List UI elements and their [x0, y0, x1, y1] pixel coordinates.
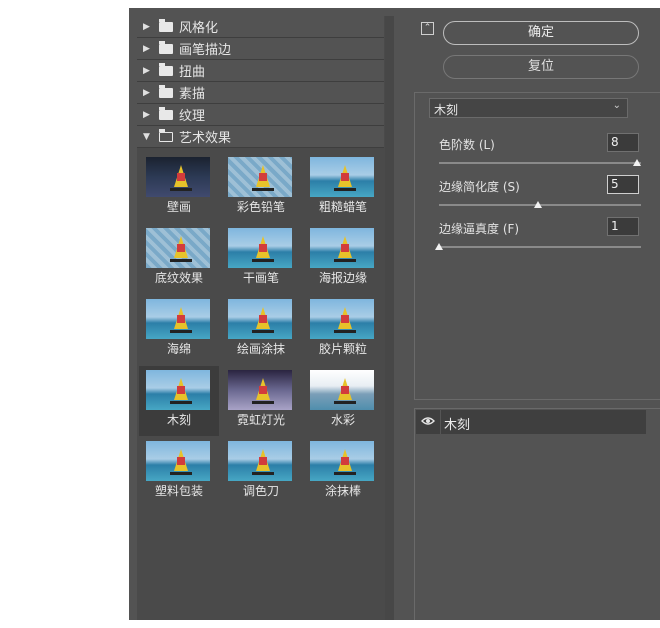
thumbnail-label: 壁画 — [166, 200, 191, 214]
eye-icon[interactable] — [421, 416, 435, 426]
triangle-right-icon[interactable]: ▶ — [143, 110, 155, 120]
filter-thumbnail[interactable]: 彩色铅笔 — [221, 153, 301, 223]
param-slider-handle[interactable] — [435, 243, 443, 250]
folder-label: 艺术效果 — [179, 131, 232, 146]
chevron-down-icon: ⌄ — [612, 100, 621, 111]
effect-layers-panel: 木刻 — [414, 408, 660, 620]
settings-column: ⌃ 确定 复位 木刻 ⌄ 色阶数 (L) 8 边缘简化度 (S) 5 边缘逼真度 (F)… — [414, 8, 660, 620]
thumbnail-image — [228, 299, 292, 339]
thumbnail-label: 涂抹棒 — [324, 484, 361, 498]
filter-thumbnail[interactable]: 霓虹灯光 — [221, 366, 301, 436]
filter-settings-panel: 木刻 ⌄ 色阶数 (L) 8 边缘简化度 (S) 5 边缘逼真度 (F) 1 — [414, 92, 660, 400]
filter-thumbnail[interactable]: 壁画 — [139, 153, 219, 223]
thumbnail-label: 塑料包装 — [154, 484, 203, 498]
layer-divider — [440, 410, 441, 434]
triangle-right-icon[interactable]: ▶ — [143, 22, 155, 32]
param-value-field[interactable]: 5 — [607, 175, 639, 194]
filter-select[interactable]: 木刻 ⌄ — [429, 98, 628, 118]
triangle-right-icon[interactable]: ▶ — [143, 66, 155, 76]
param-value-field[interactable]: 8 — [607, 133, 639, 152]
thumbnail-image — [146, 228, 210, 268]
filter-thumbnail[interactable]: 调色刀 — [221, 437, 301, 507]
thumbnail-image — [310, 441, 374, 481]
filter-thumbnail[interactable]: 粗糙蜡笔 — [303, 153, 383, 223]
filter-thumbnail[interactable]: 绘画涂抹 — [221, 295, 301, 365]
filter-thumbnail[interactable]: 底纹效果 — [139, 224, 219, 294]
chevron-up-icon[interactable]: ⌃ — [421, 22, 434, 35]
thumbnail-image — [146, 441, 210, 481]
filter-thumbnail[interactable]: 涂抹棒 — [303, 437, 383, 507]
thumbnail-image — [310, 370, 374, 410]
triangle-right-icon[interactable]: ▶ — [143, 88, 155, 98]
thumbnail-image — [228, 441, 292, 481]
filter-thumbnail[interactable]: 海绵 — [139, 295, 219, 365]
filter-folder[interactable]: ▶ 素描 — [137, 82, 384, 104]
param-slider-track[interactable] — [439, 162, 641, 164]
thumbnail-label: 粗糙蜡笔 — [318, 200, 367, 214]
thumbnail-label: 海绵 — [166, 342, 191, 356]
folder-icon — [159, 40, 173, 54]
filter-thumbnail[interactable]: 干画笔 — [221, 224, 301, 294]
thumbnail-image — [310, 299, 374, 339]
thumbnail-label: 霓虹灯光 — [236, 413, 285, 427]
param-slider-track[interactable] — [439, 246, 641, 248]
thumbnail-image — [310, 157, 374, 197]
param-label: 边缘简化度 (S) — [439, 180, 520, 194]
param-slider-handle[interactable] — [633, 159, 641, 166]
filter-list-panel: ▶ 风格化 ▶ 画笔描边 ▶ 扭曲 ▶ 素描 ▶ 纹理 ▼ 艺术效果 壁画 彩色铅笔 粗糙蜡笔底纹效果 干画… — [137, 16, 394, 620]
folder-icon — [159, 106, 173, 120]
thumbnail-image — [228, 370, 292, 410]
folder-label: 纹理 — [179, 109, 206, 124]
thumbnail-image — [228, 228, 292, 268]
thumbnail-label: 绘画涂抹 — [236, 342, 285, 356]
param-label: 色阶数 (L) — [439, 138, 495, 152]
folder-label: 风格化 — [179, 21, 219, 36]
thumbnail-image — [228, 157, 292, 197]
thumbnail-image — [146, 299, 210, 339]
ok-button[interactable]: 确定 — [443, 21, 639, 45]
reset-button[interactable]: 复位 — [443, 55, 639, 79]
folder-icon — [159, 128, 173, 142]
filter-select-value: 木刻 — [434, 103, 459, 117]
filter-folder[interactable]: ▶ 风格化 — [137, 16, 384, 38]
triangle-right-icon[interactable]: ▶ — [143, 44, 155, 54]
param-slider-handle[interactable] — [534, 201, 542, 208]
triangle-down-icon[interactable]: ▼ — [143, 132, 155, 142]
filter-folder[interactable]: ▶ 画笔描边 — [137, 38, 384, 60]
filter-folder[interactable]: ▶ 扭曲 — [137, 60, 384, 82]
filter-thumbnail[interactable]: 塑料包装 — [139, 437, 219, 507]
filter-folder[interactable]: ▶ 纹理 — [137, 104, 384, 126]
folder-icon — [159, 84, 173, 98]
filter-thumbnail[interactable]: 海报边缘 — [303, 224, 383, 294]
filter-thumbnail[interactable]: 水彩 — [303, 366, 383, 436]
filter-gallery-window: ▶ 风格化 ▶ 画笔描边 ▶ 扭曲 ▶ 素描 ▶ 纹理 ▼ 艺术效果 壁画 彩色铅笔 粗糙蜡笔底纹效果 干画… — [129, 8, 660, 620]
thumbnail-label: 彩色铅笔 — [236, 200, 285, 214]
folder-label: 素描 — [179, 87, 206, 102]
folder-icon — [159, 18, 173, 32]
thumbnail-image — [310, 228, 374, 268]
effect-layer-name: 木刻 — [444, 418, 471, 433]
param-label: 边缘逼真度 (F) — [439, 222, 520, 236]
thumbnail-label: 干画笔 — [242, 271, 279, 285]
thumbnail-label: 水彩 — [330, 413, 355, 427]
filter-thumbnail[interactable]: 木刻 — [139, 366, 219, 436]
thumbnail-label: 木刻 — [166, 413, 191, 427]
folder-label: 扭曲 — [179, 65, 206, 80]
thumbnail-label: 胶片颗粒 — [318, 342, 367, 356]
param-value-field[interactable]: 1 — [607, 217, 639, 236]
thumbnail-label: 底纹效果 — [154, 271, 203, 285]
thumbnail-image — [146, 370, 210, 410]
filter-thumbnail[interactable]: 胶片颗粒 — [303, 295, 383, 365]
thumbnail-image — [146, 157, 210, 197]
folder-icon — [159, 62, 173, 76]
filter-folder[interactable]: ▼ 艺术效果 — [137, 126, 384, 148]
effect-layer-row[interactable]: 木刻 — [416, 410, 646, 434]
folder-label: 画笔描边 — [179, 43, 232, 58]
thumbnail-label: 调色刀 — [242, 484, 279, 498]
thumbnail-label: 海报边缘 — [318, 271, 367, 285]
scrollbar[interactable] — [385, 16, 394, 620]
